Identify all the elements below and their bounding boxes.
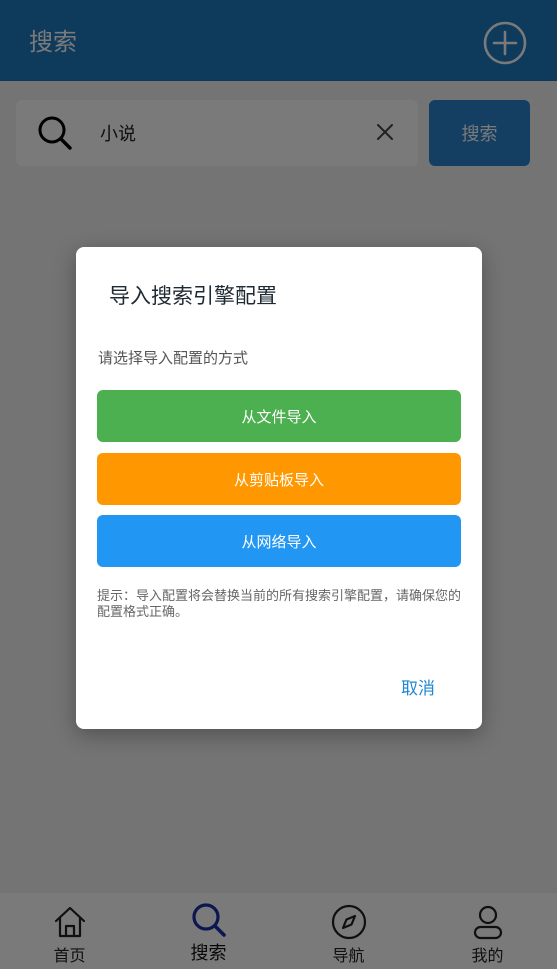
- cancel-button[interactable]: 取消: [390, 670, 446, 702]
- dialog-tip: 提示：导入配置将会替换当前的所有搜索引擎配置，请确保您的配置格式正确。: [97, 589, 462, 620]
- dialog-subtitle: 请选择导入配置的方式: [98, 349, 249, 367]
- import-from-clipboard-button[interactable]: 从剪贴板导入: [97, 453, 461, 505]
- import-config-dialog: 导入搜索引擎配置 请选择导入配置的方式 从文件导入 从剪贴板导入 从网络导入 提…: [76, 247, 482, 729]
- import-from-file-button[interactable]: 从文件导入: [97, 390, 461, 442]
- import-from-network-button[interactable]: 从网络导入: [97, 515, 461, 567]
- dialog-title: 导入搜索引擎配置: [109, 284, 277, 308]
